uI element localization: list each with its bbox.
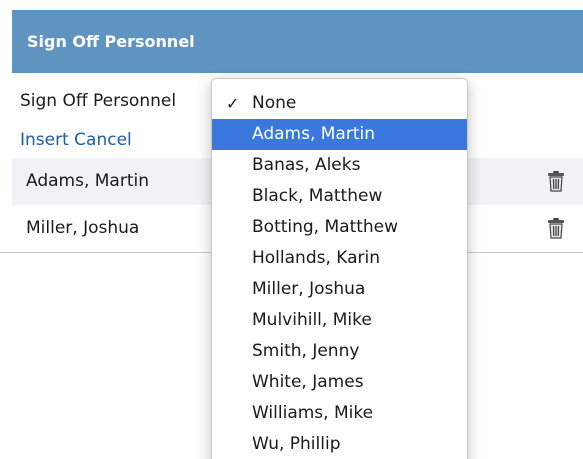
option-label: Botting, Matthew (252, 217, 399, 237)
personnel-dropdown-menu[interactable]: ✓ None Adams, Martin Banas, Aleks Black,… (211, 78, 468, 459)
option-label: None (252, 93, 297, 113)
dropdown-option-miller-joshua[interactable]: Miller, Joshua (212, 274, 467, 305)
option-label: Wu, Phillip (252, 434, 341, 454)
option-label: Williams, Mike (252, 403, 374, 423)
option-label: Miller, Joshua (252, 279, 366, 299)
option-label: Mulvihill, Mike (252, 310, 372, 330)
personnel-name: Adams, Martin (26, 171, 150, 191)
option-label: Black, Matthew (252, 186, 383, 206)
dropdown-option-smith-jenny[interactable]: Smith, Jenny (212, 336, 467, 367)
panel-title: Sign Off Personnel (27, 32, 195, 51)
dropdown-option-mulvihill-mike[interactable]: Mulvihill, Mike (212, 305, 467, 336)
panel-header: Sign Off Personnel (12, 10, 583, 73)
option-label: Smith, Jenny (252, 341, 360, 361)
dropdown-option-botting-matthew[interactable]: Botting, Matthew (212, 212, 467, 243)
dropdown-option-black-matthew[interactable]: Black, Matthew (212, 181, 467, 212)
option-label: White, James (252, 372, 364, 392)
sign-off-personnel-label: Sign Off Personnel (20, 91, 177, 111)
insert-link[interactable]: Insert (20, 130, 69, 150)
trash-icon[interactable] (547, 170, 565, 192)
cancel-link[interactable]: Cancel (74, 130, 132, 150)
trash-icon[interactable] (547, 217, 565, 239)
personnel-name: Miller, Joshua (26, 218, 140, 238)
checkmark-icon: ✓ (226, 94, 240, 113)
option-label: Hollands, Karin (252, 248, 381, 268)
option-label: Adams, Martin (252, 124, 376, 144)
dropdown-option-none[interactable]: ✓ None (212, 88, 467, 119)
sign-off-panel: Sign Off Personnel Sign Off Personnel In… (0, 0, 583, 459)
action-links: Insert Cancel (20, 130, 132, 150)
dropdown-option-white-james[interactable]: White, James (212, 367, 467, 398)
dropdown-option-wu-phillip[interactable]: Wu, Phillip (212, 429, 467, 459)
dropdown-option-adams-martin[interactable]: Adams, Martin (212, 119, 467, 150)
dropdown-option-williams-mike[interactable]: Williams, Mike (212, 398, 467, 429)
dropdown-option-hollands-karin[interactable]: Hollands, Karin (212, 243, 467, 274)
dropdown-option-banas-aleks[interactable]: Banas, Aleks (212, 150, 467, 181)
option-label: Banas, Aleks (252, 155, 361, 175)
